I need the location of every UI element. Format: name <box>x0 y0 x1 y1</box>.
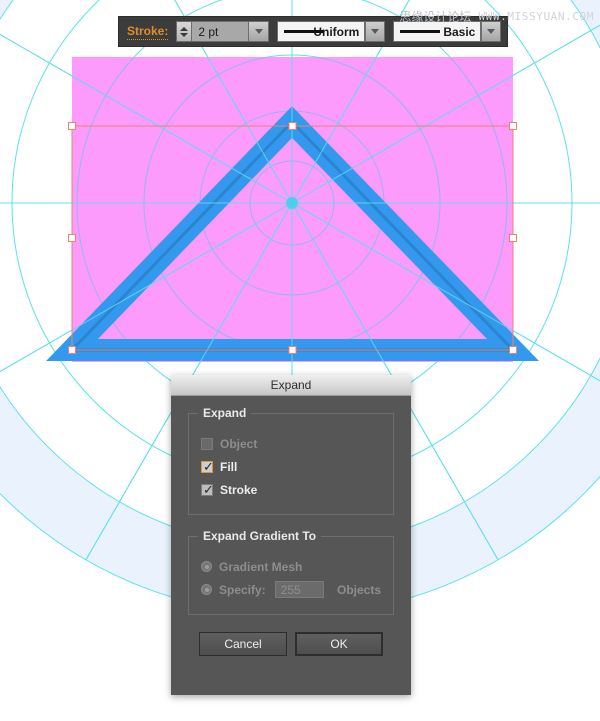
stroke-profile-dropdown-button[interactable] <box>365 21 386 42</box>
stroke-label[interactable]: Stroke: <box>127 24 169 40</box>
spinner-down-icon[interactable] <box>180 32 189 37</box>
radio-dot-icon <box>204 587 209 592</box>
fill-checkbox[interactable]: ✓ <box>201 458 214 474</box>
chevron-down-icon <box>371 29 380 34</box>
objects-unit-label: Objects <box>336 582 381 597</box>
gradient-mesh-radio-label: Gradient Mesh <box>219 559 303 574</box>
uniform-profile-preview-icon <box>284 30 325 33</box>
checkbox-row-stroke[interactable]: ✓ Stroke <box>201 478 381 501</box>
radio-row-gradient-mesh[interactable]: Gradient Mesh <box>201 555 381 578</box>
chevron-down-icon <box>487 29 496 34</box>
stroke-weight-input[interactable]: 2 pt <box>191 21 250 42</box>
radio-row-specify[interactable]: Specify: 255 Objects <box>201 578 381 601</box>
checkmark-icon: ✓ <box>203 458 214 474</box>
chevron-down-icon <box>254 29 263 34</box>
basic-brush-preview-icon <box>400 30 441 33</box>
spinner-up-icon[interactable] <box>180 26 189 31</box>
dialog-body: Expand Object ✓ Fill ✓ Stroke Expand Gra… <box>171 396 411 656</box>
dialog-button-row: Cancel OK <box>188 632 394 656</box>
stroke-weight-stepper[interactable] <box>176 21 192 42</box>
expand-group-legend: Expand <box>198 406 252 420</box>
illustrator-screenshot: 思缘设计论坛 WWW.MISSYUAN.COM Stroke: 2 pt Uni… <box>0 0 600 721</box>
object-checkbox <box>201 437 213 450</box>
stroke-brush-field[interactable]: Basic <box>393 21 482 42</box>
cancel-button[interactable]: Cancel <box>199 632 287 656</box>
specify-radio <box>201 584 212 595</box>
stroke-weight-dropdown-button[interactable] <box>249 21 270 42</box>
stroke-checkbox[interactable]: ✓ <box>201 481 214 497</box>
stroke-brush-value: Basic <box>443 24 476 39</box>
dialog-title: Expand <box>270 378 312 392</box>
stroke-brush-dropdown-button[interactable] <box>481 21 502 42</box>
stroke-control-bar: Stroke: 2 pt Uniform Basic <box>118 16 509 47</box>
fill-checkbox-label: Fill <box>220 459 238 474</box>
expand-gradient-group-legend: Expand Gradient To <box>198 529 322 543</box>
expand-gradient-group: Expand Gradient To Gradient Mesh Specify… <box>188 529 394 615</box>
stroke-brush-control[interactable]: Basic <box>393 21 502 42</box>
checkbox-row-fill[interactable]: ✓ Fill <box>201 455 381 478</box>
checkmark-icon: ✓ <box>203 481 214 497</box>
ok-button[interactable]: OK <box>295 632 383 656</box>
specify-objects-input: 255 <box>274 581 324 598</box>
stroke-profile-control[interactable]: Uniform <box>277 21 386 42</box>
expand-dialog: Expand Expand Object ✓ Fill ✓ Stroke Exp… <box>171 375 411 695</box>
stroke-profile-field[interactable]: Uniform <box>277 21 366 42</box>
specify-radio-label: Specify: <box>219 582 266 597</box>
gradient-mesh-radio <box>201 561 212 572</box>
checkbox-row-object[interactable]: Object <box>201 432 381 455</box>
expand-group: Expand Object ✓ Fill ✓ Stroke <box>188 406 394 515</box>
stroke-checkbox-label: Stroke <box>220 482 258 497</box>
stroke-weight-control[interactable]: 2 pt <box>176 21 270 42</box>
object-checkbox-label: Object <box>220 436 258 451</box>
radio-dot-icon <box>204 564 209 569</box>
dialog-titlebar[interactable]: Expand <box>171 375 411 396</box>
